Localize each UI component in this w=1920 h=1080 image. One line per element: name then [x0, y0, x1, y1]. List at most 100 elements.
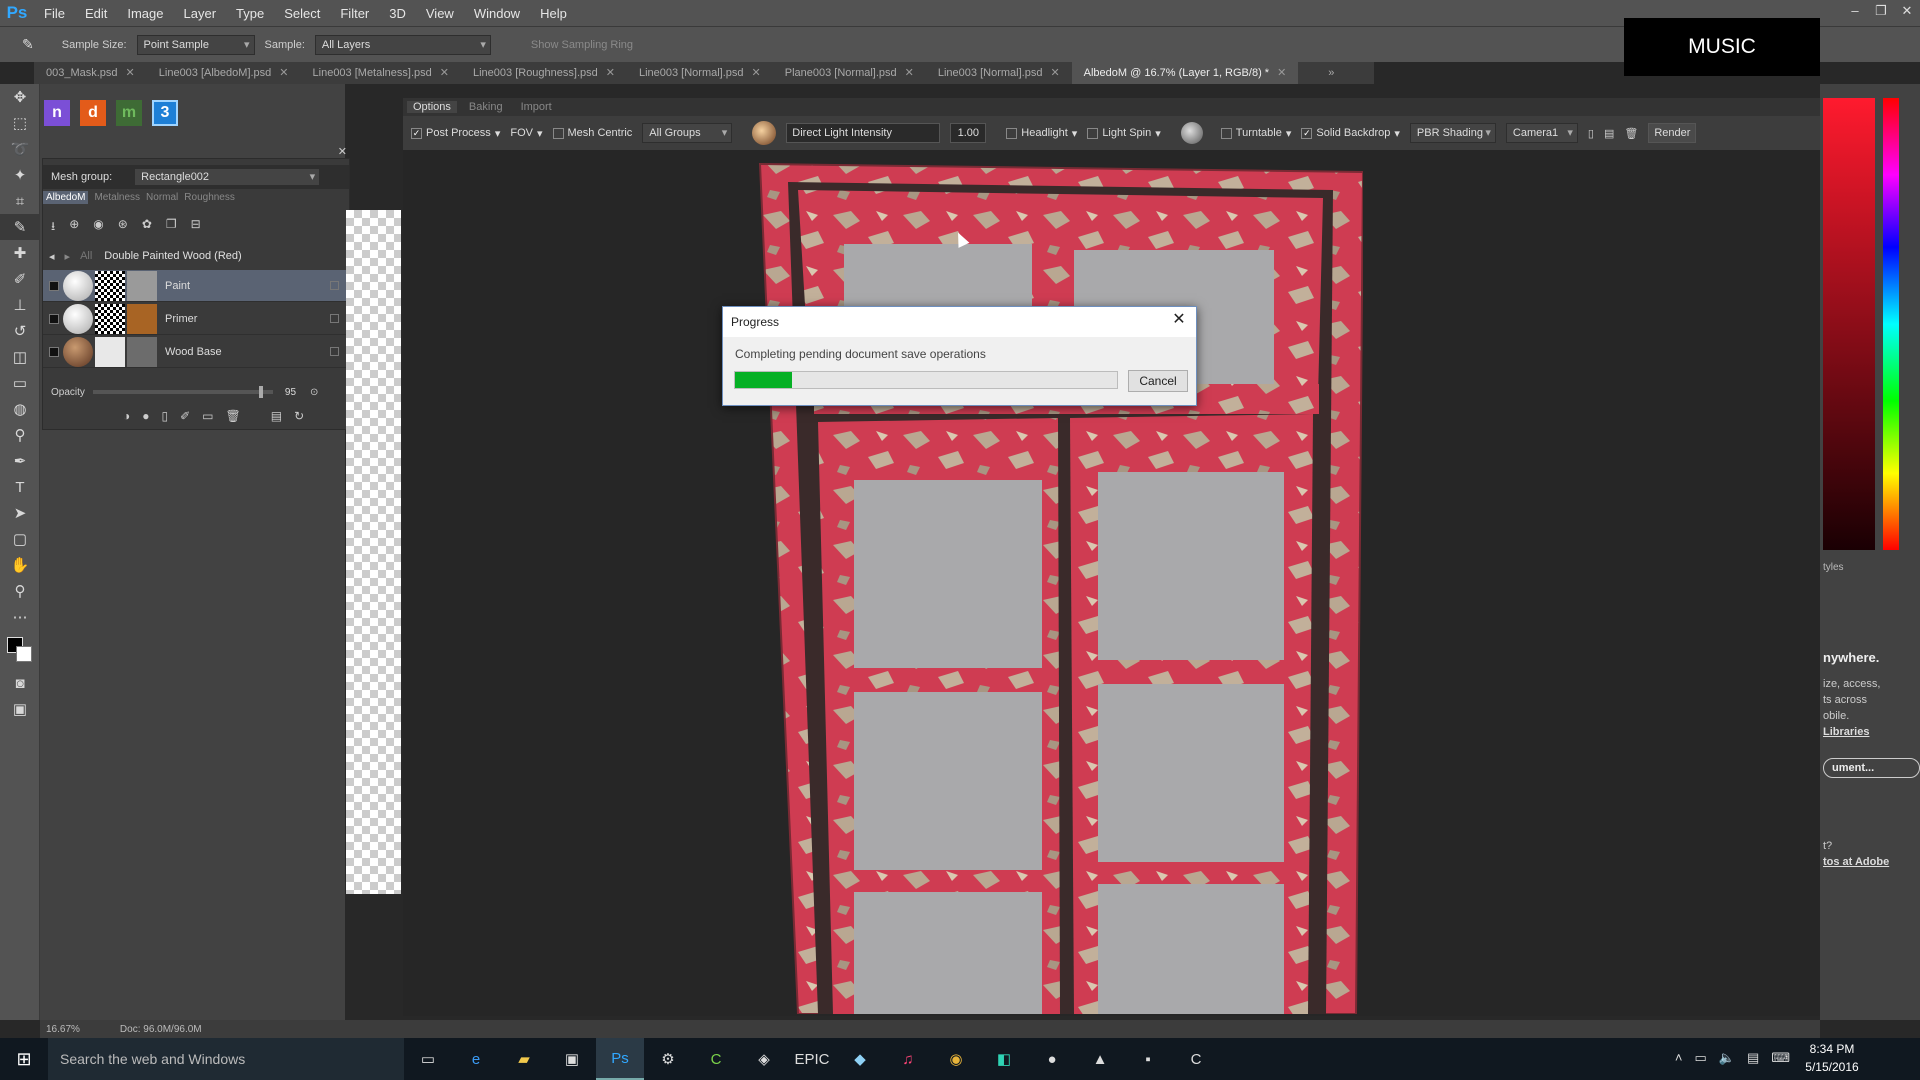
- adobe-link[interactable]: tos at Adobe: [1823, 854, 1920, 870]
- headlight-checkbox[interactable]: Headlight ▾: [1006, 127, 1077, 140]
- opacity-reset-icon[interactable]: ⊙: [310, 387, 318, 398]
- ndo-icon[interactable]: n: [44, 100, 70, 126]
- opacity-slider[interactable]: [92, 386, 273, 398]
- tab-doc-7[interactable]: Line003 [Normal].psd ✕: [926, 62, 1072, 84]
- ddo-icon[interactable]: d: [80, 100, 106, 126]
- close-icon[interactable]: ✕: [279, 67, 288, 79]
- layer-row-wood-base[interactable]: Wood Base: [43, 336, 349, 368]
- menu-edit[interactable]: Edit: [75, 6, 117, 21]
- menu-file[interactable]: File: [34, 6, 75, 21]
- menu-help[interactable]: Help: [530, 6, 577, 21]
- close-icon[interactable]: ✕: [606, 67, 615, 79]
- zoom-tool-icon[interactable]: ⚲: [0, 578, 40, 604]
- shading-select[interactable]: PBR Shading: [1409, 123, 1496, 143]
- post-process-checkbox[interactable]: ✓ Post Process ▾: [411, 127, 500, 140]
- lasso-tool-icon[interactable]: ➰: [0, 136, 40, 162]
- menu-select[interactable]: Select: [274, 6, 330, 21]
- dodge-tool-icon[interactable]: ⚲: [0, 422, 40, 448]
- map-tab-normal[interactable]: Normal: [146, 191, 178, 204]
- eyedropper-icon[interactable]: ✎: [22, 36, 34, 53]
- keyboard-icon[interactable]: ⌨: [1771, 1050, 1790, 1066]
- close-icon[interactable]: ✕: [752, 67, 761, 79]
- edge-icon[interactable]: e: [452, 1038, 500, 1080]
- chevron-up-icon[interactable]: ˄: [1675, 1050, 1683, 1066]
- sample-select[interactable]: All Layers: [314, 34, 491, 55]
- sample-size-select[interactable]: Point Sample: [136, 34, 255, 55]
- libraries-link[interactable]: Libraries: [1823, 724, 1920, 740]
- menu-view[interactable]: View: [416, 6, 464, 21]
- layer-row-primer[interactable]: Primer: [43, 303, 349, 335]
- 3do-icon[interactable]: 3: [152, 100, 178, 126]
- forward-arrow-icon[interactable]: ▸: [65, 250, 71, 263]
- minimize-icon[interactable]: –: [1842, 0, 1868, 26]
- windows-start-icon[interactable]: ⊞: [0, 1038, 48, 1080]
- tab-doc-4[interactable]: Line003 [Roughness].psd ✕: [461, 62, 627, 84]
- new-page-icon[interactable]: ▯: [162, 409, 169, 423]
- env-sphere-icon[interactable]: [1180, 122, 1203, 144]
- tabs-overflow-icon[interactable]: »: [1328, 67, 1334, 79]
- app-dark-icon[interactable]: ▪: [1124, 1038, 1172, 1080]
- menu-layer[interactable]: Layer: [174, 6, 227, 21]
- mdo-icon[interactable]: m: [116, 100, 142, 126]
- photoshop-taskbar-icon[interactable]: Ps: [596, 1038, 644, 1080]
- breadcrumb-all[interactable]: All: [80, 250, 92, 262]
- close-window-icon[interactable]: ✕: [1894, 0, 1920, 26]
- task-view-icon[interactable]: ▭: [404, 1038, 452, 1080]
- menu-3d[interactable]: 3D: [379, 6, 416, 21]
- opacity-value[interactable]: 95: [285, 387, 296, 398]
- refresh-icon[interactable]: ↻: [294, 409, 304, 423]
- visibility-toggle[interactable]: [49, 313, 59, 324]
- map-tab-metalness[interactable]: Metalness: [94, 191, 140, 204]
- solid-backdrop-checkbox[interactable]: ✓ Solid Backdrop ▾: [1301, 127, 1400, 140]
- app-green-icon[interactable]: C: [692, 1038, 740, 1080]
- stamp-tool-icon[interactable]: ⊥: [0, 292, 40, 318]
- notification-icon[interactable]: ▤: [1747, 1050, 1759, 1066]
- tab-doc-3[interactable]: Line003 [Metalness].psd ✕: [301, 62, 461, 84]
- crop-tool-icon[interactable]: ⌗: [0, 188, 40, 214]
- tab-doc-1[interactable]: 003_Mask.psd ✕: [34, 62, 147, 84]
- app-icon[interactable]: ◈: [740, 1038, 788, 1080]
- mesh-centric-checkbox[interactable]: Mesh Centric: [552, 127, 632, 139]
- more-tools-icon[interactable]: ⋯: [0, 604, 40, 630]
- add-layer-icon[interactable]: ◑: [123, 409, 130, 423]
- file-explorer-icon[interactable]: ▰: [500, 1038, 548, 1080]
- layer-lock-icon[interactable]: [330, 314, 339, 323]
- menu-type[interactable]: Type: [226, 6, 274, 21]
- layer-lock-icon[interactable]: [330, 281, 339, 290]
- marquee-tool-icon[interactable]: ⬚: [0, 110, 40, 136]
- app-teal-icon[interactable]: ◧: [980, 1038, 1028, 1080]
- visibility-toggle[interactable]: [49, 346, 59, 357]
- chrome-icon[interactable]: ◉: [932, 1038, 980, 1080]
- eraser-tool-icon[interactable]: ◫: [0, 344, 40, 370]
- close-icon[interactable]: ✕: [1050, 67, 1059, 79]
- tab-doc-2[interactable]: Line003 [AlbedoM].psd ✕: [147, 62, 301, 84]
- menu-image[interactable]: Image: [117, 6, 173, 21]
- color-spectrum[interactable]: [1823, 98, 1901, 550]
- quick-mask-icon[interactable]: ◙: [0, 670, 40, 696]
- path-select-tool-icon[interactable]: ➤: [0, 500, 40, 526]
- gradient-tool-icon[interactable]: ▭: [0, 370, 40, 396]
- show-sampling-ring-checkbox[interactable]: Show Sampling Ring: [531, 39, 633, 51]
- new-material-icon[interactable]: ⊕: [69, 217, 79, 238]
- blur-tool-icon[interactable]: ◍: [0, 396, 40, 422]
- smart-material-icon[interactable]: ✿: [142, 217, 152, 238]
- zoom-level[interactable]: 16.67%: [46, 1024, 80, 1035]
- light-mode-field[interactable]: Direct Light Intensity: [786, 123, 941, 143]
- search-material-icon[interactable]: ⊛: [118, 217, 128, 238]
- render-button[interactable]: Render: [1648, 123, 1697, 143]
- save-view-icon[interactable]: ▤: [1604, 127, 1614, 140]
- pen-tool-icon[interactable]: ✒: [0, 448, 40, 474]
- brush-tool-icon[interactable]: ✐: [0, 266, 40, 292]
- menu-window[interactable]: Window: [464, 6, 530, 21]
- steam-icon[interactable]: ⚙: [644, 1038, 692, 1080]
- cancel-button[interactable]: Cancel: [1128, 370, 1188, 392]
- store-icon[interactable]: ▣: [548, 1038, 596, 1080]
- menu-filter[interactable]: Filter: [330, 6, 379, 21]
- app-blue-icon[interactable]: ◆: [836, 1038, 884, 1080]
- document-button[interactable]: ument...: [1823, 758, 1920, 778]
- visibility-toggle[interactable]: [49, 280, 59, 291]
- magic-wand-tool-icon[interactable]: ✦: [0, 162, 40, 188]
- delete-view-icon[interactable]: 🗑: [1624, 127, 1638, 140]
- import-icon[interactable]: ⭳: [51, 217, 55, 238]
- history-brush-icon[interactable]: ↺: [0, 318, 40, 344]
